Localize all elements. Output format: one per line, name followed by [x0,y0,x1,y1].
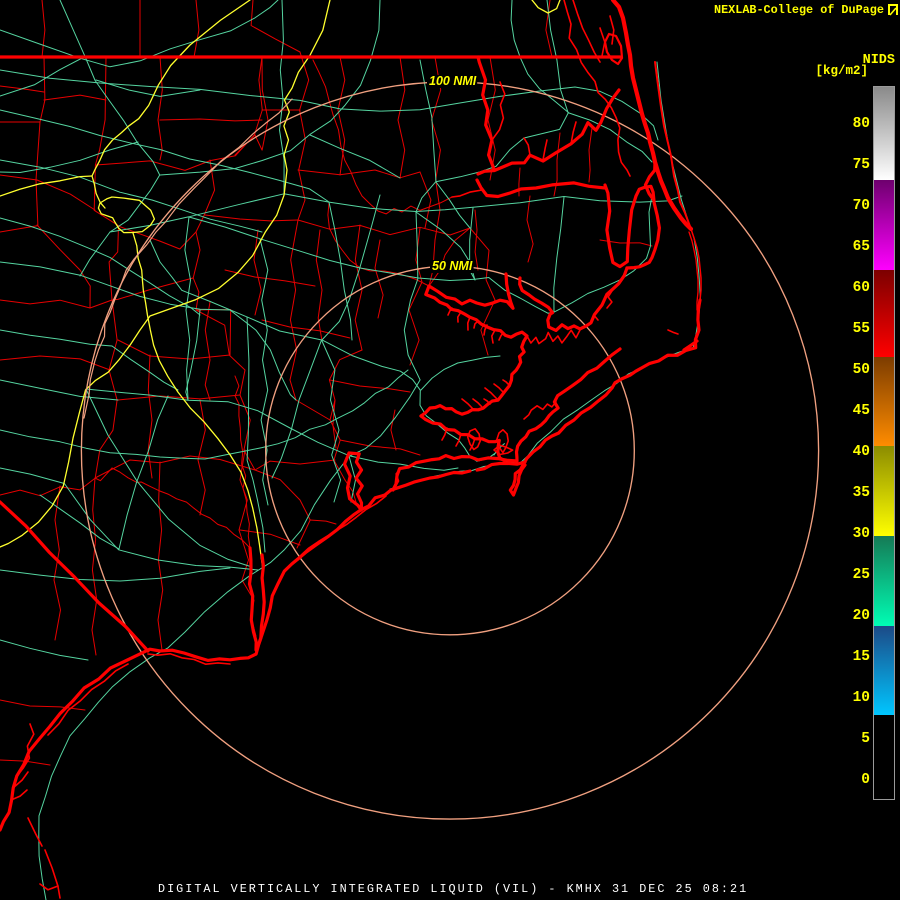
svg-text:100 NMI: 100 NMI [429,74,477,88]
svg-text:50 NMI: 50 NMI [432,259,473,273]
